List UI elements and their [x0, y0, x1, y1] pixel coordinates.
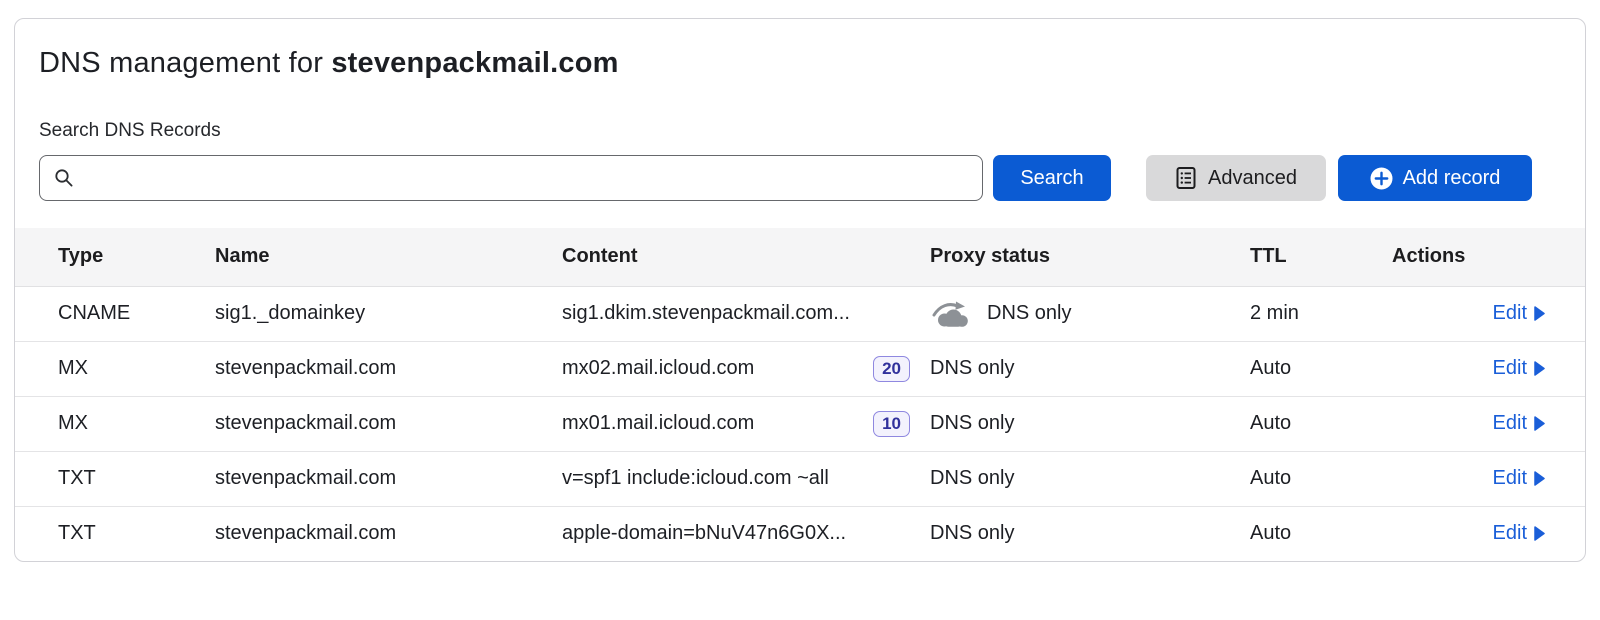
dns-only-cloud-icon — [930, 299, 972, 329]
record-proxy-cell: DNS only — [929, 451, 1249, 506]
record-content-cell: sig1.dkim.stevenpackmail.com... — [561, 286, 929, 341]
list-journal-icon — [1175, 166, 1197, 190]
table-header-row: Type Name Content Proxy status TTL Actio… — [15, 228, 1585, 286]
add-record-button[interactable]: Add record — [1338, 155, 1532, 201]
dns-record-row: TXT stevenpackmail.com v=spf1 include:ic… — [15, 451, 1585, 506]
record-actions-cell: Edit — [1391, 396, 1585, 451]
record-proxy-status: DNS only — [987, 302, 1071, 325]
dns-table-body: CNAME sig1._domainkey sig1.dkim.stevenpa… — [15, 286, 1585, 561]
record-type-cell: MX — [15, 341, 214, 396]
column-header-actions: Actions — [1391, 228, 1585, 286]
search-icon — [53, 167, 75, 189]
dns-record-row: MX stevenpackmail.com mx01.mail.icloud.c… — [15, 396, 1585, 451]
record-proxy-cell: DNS only — [929, 396, 1249, 451]
dns-record-row: MX stevenpackmail.com mx02.mail.icloud.c… — [15, 341, 1585, 396]
record-ttl-cell: 2 min — [1249, 286, 1391, 341]
advanced-button-label: Advanced — [1208, 167, 1297, 190]
record-content-text: sig1.dkim.stevenpackmail.com... — [562, 302, 850, 325]
record-proxy-status: DNS only — [930, 412, 1014, 435]
record-actions-cell: Edit — [1391, 506, 1585, 561]
record-type-cell: CNAME — [15, 286, 214, 341]
search-row: Search Advanced Add record — [39, 155, 1561, 201]
search-label: Search DNS Records — [39, 120, 1561, 142]
page-title-prefix: DNS management for — [39, 47, 331, 79]
record-content-text: mx02.mail.icloud.com — [562, 357, 754, 380]
edit-link-label: Edit — [1493, 522, 1527, 545]
record-name-cell: stevenpackmail.com — [214, 451, 561, 506]
record-proxy-cell: DNS only — [929, 506, 1249, 561]
record-content-cell: apple-domain=bNuV47n6G0X... — [561, 506, 929, 561]
add-record-button-label: Add record — [1403, 167, 1501, 190]
column-header-content: Content — [561, 228, 929, 286]
chevron-right-triangle-icon — [1534, 526, 1545, 541]
edit-record-link[interactable]: Edit — [1493, 467, 1545, 490]
mx-priority-badge: 20 — [873, 356, 910, 382]
edit-link-label: Edit — [1493, 302, 1527, 325]
record-actions-cell: Edit — [1391, 286, 1585, 341]
dns-records-table-wrap: Type Name Content Proxy status TTL Actio… — [15, 228, 1585, 561]
chevron-right-triangle-icon — [1534, 416, 1545, 431]
record-type-cell: TXT — [15, 506, 214, 561]
search-input[interactable] — [83, 158, 969, 198]
record-proxy-status: DNS only — [930, 357, 1014, 380]
record-actions-cell: Edit — [1391, 341, 1585, 396]
record-content-text: mx01.mail.icloud.com — [562, 412, 754, 435]
record-proxy-status: DNS only — [930, 522, 1014, 545]
search-box[interactable] — [39, 155, 983, 201]
edit-link-label: Edit — [1493, 412, 1527, 435]
chevron-right-triangle-icon — [1534, 361, 1545, 376]
edit-link-label: Edit — [1493, 467, 1527, 490]
dns-record-row: TXT stevenpackmail.com apple-domain=bNuV… — [15, 506, 1585, 561]
dns-records-table: Type Name Content Proxy status TTL Actio… — [15, 228, 1585, 561]
edit-record-link[interactable]: Edit — [1493, 357, 1545, 380]
record-content-cell: mx01.mail.icloud.com 10 — [561, 396, 929, 451]
record-name-cell: stevenpackmail.com — [214, 396, 561, 451]
edit-record-link[interactable]: Edit — [1493, 412, 1545, 435]
mx-priority-badge: 10 — [873, 411, 910, 437]
record-name-cell: stevenpackmail.com — [214, 341, 561, 396]
column-header-type: Type — [15, 228, 214, 286]
record-ttl-cell: Auto — [1249, 341, 1391, 396]
record-proxy-cell: DNS only — [929, 341, 1249, 396]
record-actions-cell: Edit — [1391, 451, 1585, 506]
column-header-proxy-status: Proxy status — [929, 228, 1249, 286]
record-content-cell: v=spf1 include:icloud.com ~all — [561, 451, 929, 506]
edit-record-link[interactable]: Edit — [1493, 302, 1545, 325]
record-ttl-cell: Auto — [1249, 396, 1391, 451]
record-proxy-status: DNS only — [930, 467, 1014, 490]
record-proxy-cell: DNS only — [929, 286, 1249, 341]
record-content-cell: mx02.mail.icloud.com 20 — [561, 341, 929, 396]
record-type-cell: MX — [15, 396, 214, 451]
record-name-cell: stevenpackmail.com — [214, 506, 561, 561]
edit-link-label: Edit — [1493, 357, 1527, 380]
record-ttl-cell: Auto — [1249, 506, 1391, 561]
dns-management-card: DNS management for stevenpackmail.com Se… — [14, 18, 1586, 562]
record-type-cell: TXT — [15, 451, 214, 506]
record-content-text: v=spf1 include:icloud.com ~all — [562, 467, 829, 490]
column-header-name: Name — [214, 228, 561, 286]
record-name-cell: sig1._domainkey — [214, 286, 561, 341]
dns-record-row: CNAME sig1._domainkey sig1.dkim.stevenpa… — [15, 286, 1585, 341]
page-title-domain: stevenpackmail.com — [331, 47, 618, 79]
edit-record-link[interactable]: Edit — [1493, 522, 1545, 545]
chevron-right-triangle-icon — [1534, 471, 1545, 486]
column-header-ttl: TTL — [1249, 228, 1391, 286]
record-content-text: apple-domain=bNuV47n6G0X... — [562, 522, 846, 545]
record-ttl-cell: Auto — [1249, 451, 1391, 506]
search-button[interactable]: Search — [993, 155, 1111, 201]
chevron-right-triangle-icon — [1534, 306, 1545, 321]
plus-circle-icon — [1370, 167, 1393, 190]
page-title: DNS management for stevenpackmail.com — [39, 47, 1561, 80]
advanced-button[interactable]: Advanced — [1146, 155, 1326, 201]
